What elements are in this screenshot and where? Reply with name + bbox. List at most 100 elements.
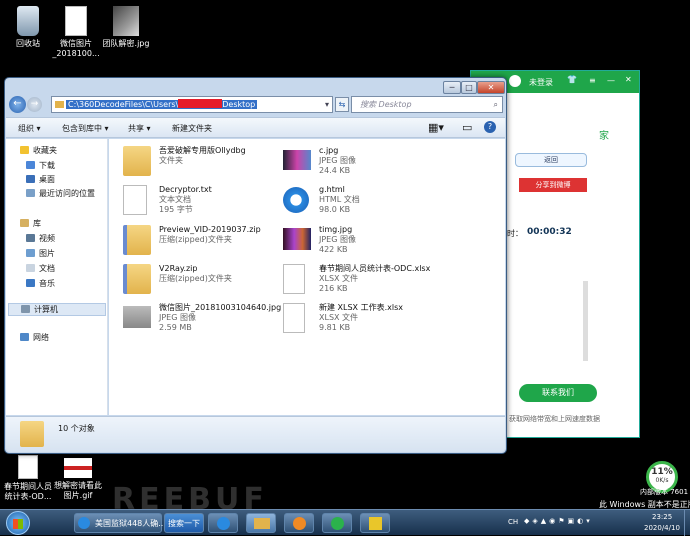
activation-build: 内部版本 7601 bbox=[640, 488, 689, 496]
desktop-team-decrypt-jpg[interactable]: 团队解密.jpg bbox=[98, 6, 154, 49]
nav-downloads[interactable]: 下载 bbox=[26, 160, 55, 171]
menu-icon[interactable]: ≡ bbox=[589, 76, 596, 85]
music-icon bbox=[26, 279, 35, 287]
status-bar: 10 个对象 bbox=[6, 416, 505, 452]
nav-recent[interactable]: 最近访问的位置 bbox=[26, 188, 95, 199]
minimize-button[interactable]: ─ bbox=[443, 81, 461, 94]
desktop-icon bbox=[26, 175, 35, 183]
maximize-button[interactable]: □ bbox=[461, 81, 477, 94]
shirt-icon[interactable]: 👕 bbox=[567, 75, 577, 84]
nav-desktop[interactable]: 桌面 bbox=[26, 174, 55, 185]
file-type: 文件夹 bbox=[159, 156, 183, 165]
nav-pictures[interactable]: 图片 bbox=[26, 248, 55, 259]
xlsx-icon bbox=[283, 264, 305, 294]
share-label: 分享到微博 bbox=[535, 181, 571, 189]
list-item[interactable]: V2Ray.zip 压缩(zipped)文件夹 bbox=[123, 262, 273, 298]
folder-icon bbox=[20, 421, 44, 447]
download-icon bbox=[26, 161, 35, 169]
task-label: 美国监狱448人确... bbox=[95, 519, 166, 528]
redacted-username bbox=[178, 99, 223, 108]
help-icon[interactable]: ? bbox=[484, 121, 496, 133]
search-input[interactable]: 搜索 Desktop ⌕ bbox=[351, 96, 503, 113]
clock-date[interactable]: 2020/4/10 bbox=[644, 524, 680, 532]
show-desktop-button[interactable] bbox=[684, 510, 690, 536]
desktop-gif-file[interactable]: 想解密请看此 图片.gif bbox=[50, 458, 106, 501]
folder-icon bbox=[254, 518, 270, 529]
list-item[interactable]: timg.jpg JPEG 图像 422 KB bbox=[283, 223, 433, 259]
scrollbar[interactable] bbox=[583, 281, 588, 361]
list-item[interactable]: 吾爱破解专用版Ollydbg 文件夹 bbox=[123, 144, 273, 180]
include-in-library-button[interactable]: 包含到库中 ▾ bbox=[62, 123, 109, 134]
minimize-icon[interactable]: — bbox=[607, 76, 615, 85]
list-item[interactable]: Decryptor.txt 文本文档 195 字节 bbox=[123, 183, 273, 219]
list-item[interactable]: c.jpg JPEG 图像 24.4 KB bbox=[283, 144, 433, 180]
file-size: 98.0 KB bbox=[319, 205, 351, 214]
desktop-icon-label: 团队解密.jpg bbox=[102, 39, 150, 48]
list-item[interactable]: 微信图片_20181003104640.jpg JPEG 图像 2.59 MB bbox=[123, 301, 281, 337]
image-icon bbox=[283, 228, 311, 250]
back-arrow-icon[interactable]: ← bbox=[9, 96, 26, 113]
file-size: 216 KB bbox=[319, 284, 348, 293]
search-icon: ⌕ bbox=[493, 100, 498, 109]
login-status[interactable]: 未登录 bbox=[529, 77, 553, 88]
media-player-icon bbox=[293, 517, 306, 530]
taskbar-search-task[interactable]: 搜索一下 bbox=[164, 513, 204, 533]
folder-small-icon bbox=[55, 101, 64, 108]
net-percent: 11% bbox=[651, 467, 673, 477]
taskbar: 美国监狱448人确... 搜索一下 CH ◆◈▲◉⚑▣◐▾ 23:25 2020… bbox=[0, 509, 690, 536]
taskbar-ie-pin[interactable] bbox=[208, 513, 238, 533]
video-icon bbox=[26, 234, 35, 242]
xlsx-icon bbox=[283, 303, 305, 333]
clock-time[interactable]: 23:25 bbox=[652, 513, 672, 521]
nav-library[interactable]: 库 bbox=[20, 218, 41, 229]
tray-icons[interactable]: ◆◈▲◉⚑▣◐▾ bbox=[524, 517, 593, 525]
taskbar-explorer[interactable] bbox=[246, 513, 276, 533]
list-item[interactable]: 春节期间人员统计表-ODC.xlsx XLSX 文件 216 KB bbox=[283, 262, 433, 298]
address-dropdown-icon[interactable]: ▾ bbox=[325, 97, 329, 112]
new-folder-button[interactable]: 新建文件夹 bbox=[172, 123, 212, 134]
forward-arrow-icon[interactable]: → bbox=[27, 97, 42, 112]
desktop-wechat-image[interactable]: 微信图片 _2018100... bbox=[48, 6, 104, 59]
taskbar-media-player[interactable] bbox=[284, 513, 314, 533]
share-button[interactable]: 共享 ▾ bbox=[128, 123, 151, 134]
nav-music[interactable]: 音乐 bbox=[26, 278, 55, 289]
nav-favorites[interactable]: 收藏夹 bbox=[20, 145, 57, 156]
nav-documents[interactable]: 文档 bbox=[26, 263, 55, 274]
nav-computer[interactable]: 计算机 bbox=[8, 303, 106, 316]
nav-network[interactable]: 网络 bbox=[20, 332, 49, 343]
taskbar-360-guard[interactable] bbox=[360, 513, 390, 533]
taskbar-360-app[interactable] bbox=[322, 513, 352, 533]
list-item[interactable]: Preview_VID-2019037.zip 压缩(zipped)文件夹 bbox=[123, 223, 273, 259]
taskbar-ie-task[interactable]: 美国监狱448人确... bbox=[74, 513, 166, 533]
ie-icon bbox=[283, 187, 309, 213]
explorer-window[interactable]: ─ □ ✕ ← → C:\360DecodeFiles\C\Users\ Desk… bbox=[4, 77, 507, 454]
ie-icon bbox=[217, 517, 230, 530]
start-button[interactable] bbox=[6, 511, 30, 535]
network-icon bbox=[20, 333, 29, 341]
timer-value: 00:00:32 bbox=[527, 227, 572, 237]
back-button[interactable]: 返回 bbox=[515, 153, 587, 167]
contact-label: 联系我们 bbox=[542, 388, 574, 397]
preview-pane-icon[interactable]: ▭ bbox=[462, 121, 472, 134]
list-item[interactable]: 新建 XLSX 工作表.xlsx XLSX 文件 9.81 KB bbox=[283, 301, 433, 337]
close-icon[interactable]: ✕ bbox=[625, 75, 632, 84]
360-guard-icon bbox=[369, 517, 382, 530]
desktop-xlsx-file[interactable]: 春节期间人员 统计表-OD... bbox=[0, 455, 56, 502]
nav-videos[interactable]: 视频 bbox=[26, 233, 55, 244]
view-options-icon[interactable]: ▦▾ bbox=[428, 121, 444, 134]
zip-icon bbox=[123, 225, 151, 255]
contact-us-button[interactable]: 联系我们 bbox=[519, 384, 597, 402]
close-button[interactable]: ✕ bbox=[477, 81, 505, 94]
star-icon bbox=[20, 146, 29, 154]
net-speed: 0K/s bbox=[655, 477, 669, 484]
list-item[interactable]: g.html HTML 文档 98.0 KB bbox=[283, 183, 433, 219]
desktop-icon-label: 春节期间人员 统计表-OD... bbox=[4, 482, 52, 501]
share-weibo-button[interactable]: 分享到微博 bbox=[519, 178, 587, 192]
image-icon bbox=[283, 150, 311, 170]
refresh-icon[interactable]: ⇆ bbox=[335, 97, 349, 112]
language-indicator[interactable]: CH bbox=[508, 518, 518, 526]
address-bar[interactable]: C:\360DecodeFiles\C\Users\ Desktop ▾ bbox=[51, 96, 333, 113]
file-type: 压缩(zipped)文件夹 bbox=[159, 274, 232, 283]
organize-button[interactable]: 组织 ▾ bbox=[18, 123, 41, 134]
zip-icon bbox=[123, 264, 151, 294]
